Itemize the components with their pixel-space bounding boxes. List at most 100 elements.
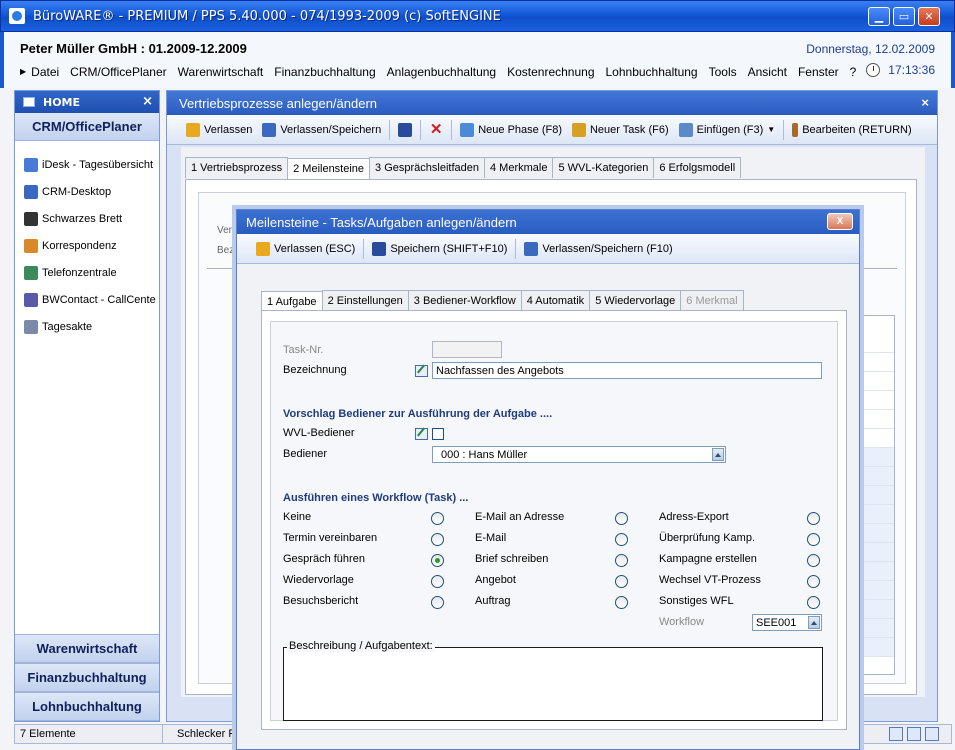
sidebar-section-finanzbuchhaltung[interactable]: Finanzbuchhaltung (15, 663, 159, 692)
window-controls: ▁ ▭ ✕ (868, 7, 940, 26)
save-button[interactable] (393, 119, 417, 141)
sidebar-section-crm[interactable]: CRM/OfficePlaner (15, 113, 159, 141)
main-toolbar: Verlassen Verlassen/Speichern ✕ Neue Pha… (167, 115, 937, 145)
option-termin-radio[interactable] (431, 533, 444, 546)
beschreibung-textarea[interactable]: Beschreibung / Aufgabentext: (283, 640, 823, 721)
option-adress-export-radio[interactable] (807, 512, 820, 525)
bezeichnung-input[interactable]: Nachfassen des Angebots (432, 362, 822, 379)
toolbar-separator (420, 119, 422, 140)
option-angebot-radio[interactable] (615, 575, 628, 588)
menu-lohnbuchhaltung[interactable]: Lohnbuchhaltung (606, 65, 698, 79)
main-close-icon[interactable]: × (921, 95, 929, 110)
aufgabe-form: Task-Nr. Bezeichnung Nachfassen des Ange… (270, 321, 838, 721)
sidebar-item-bwcontact[interactable]: BWContact - CallCente (15, 286, 159, 313)
tab-automatik[interactable]: 4 Automatik (520, 290, 591, 311)
task-nr-label: Task-Nr. (283, 344, 324, 356)
option-wechsel-radio[interactable] (807, 575, 820, 588)
bezeichnung-label: Bezeichnung (283, 364, 347, 376)
neue-phase-button[interactable]: Neue Phase (F8) (455, 119, 567, 141)
menu-fenster[interactable]: Fenster (798, 65, 839, 79)
verlassen-speichern-button[interactable]: Verlassen/Speichern (257, 119, 386, 141)
tab-merkmale[interactable]: 4 Merkmale (484, 157, 554, 178)
bediener-spin-icon[interactable] (712, 448, 724, 461)
sidebar-item-label: CRM-Desktop (42, 185, 112, 198)
delete-button[interactable]: ✕ (424, 119, 448, 141)
sidebar-section-lohnbuchhaltung[interactable]: Lohnbuchhaltung (15, 692, 159, 721)
edit-text-icon[interactable] (415, 365, 428, 377)
dialog-close-button[interactable]: X (827, 213, 853, 230)
menu-help[interactable]: ? (850, 65, 857, 79)
close-window-button[interactable]: ✕ (918, 7, 940, 26)
sidebar-item-crm-desktop[interactable]: CRM-Desktop (15, 178, 159, 205)
status-keyboard-icon[interactable] (925, 727, 939, 741)
menu-tools[interactable]: Tools (709, 65, 737, 79)
option-wechsel-label: Wechsel VT-Prozess (659, 574, 761, 586)
option-ueberpruefung-radio[interactable] (807, 533, 820, 546)
option-kampagne-radio[interactable] (807, 554, 820, 567)
option-adress-export-label: Adress-Export (659, 511, 729, 523)
workflow-spin-icon[interactable] (808, 616, 820, 629)
option-besuchsbericht-radio[interactable] (431, 596, 444, 609)
bearbeiten-button[interactable]: Bearbeiten (RETURN) (787, 119, 916, 141)
option-brief-radio[interactable] (615, 554, 628, 567)
workflow-field[interactable]: SEE001 (752, 614, 822, 631)
sidebar-home-header[interactable]: HOME × (15, 91, 159, 113)
app-icon (9, 8, 25, 24)
sidebar-item-telefonzentrale[interactable]: Telefonzentrale (15, 259, 159, 286)
tab-einstellungen[interactable]: 2 Einstellungen (321, 290, 409, 311)
sidebar-item-label: iDesk - Tagesübersicht (42, 158, 154, 171)
menu-crm[interactable]: CRM/OfficePlaner (70, 65, 166, 79)
option-auftrag-radio[interactable] (615, 596, 628, 609)
option-keine-radio[interactable] (431, 512, 444, 525)
menu-finanzbuchhaltung[interactable]: Finanzbuchhaltung (274, 65, 375, 79)
menu-warenwirtschaft[interactable]: Warenwirtschaft (178, 65, 264, 79)
button-label: Verlassen/Speichern (F10) (542, 242, 673, 255)
tab-aufgabe[interactable]: 1 Aufgabe (261, 291, 323, 312)
option-kampagne-label: Kampagne erstellen (659, 553, 757, 565)
option-gespraech-radio[interactable] (431, 554, 444, 567)
sidebar-item-korrespondenz[interactable]: Korrespondenz (15, 232, 159, 259)
option-email-adresse-radio[interactable] (615, 512, 628, 525)
minimize-button[interactable]: ▁ (868, 7, 890, 26)
dialog-verlassen-speichern-button[interactable]: Verlassen/Speichern (F10) (519, 238, 677, 260)
menu-datei[interactable]: Datei (31, 65, 59, 79)
button-label: Neuer Task (F6) (589, 123, 669, 136)
toolbar-separator (783, 119, 785, 140)
menu-ansicht[interactable]: Ansicht (748, 65, 787, 79)
save-icon (398, 122, 413, 137)
status-window-icon[interactable] (907, 727, 921, 741)
tab-vertriebsprozess[interactable]: 1 Vertriebsprozess (185, 157, 289, 178)
menu-anlagenbuchhaltung[interactable]: Anlagenbuchhaltung (387, 65, 496, 79)
sidebar-item-tagesakte[interactable]: Tagesakte (15, 313, 159, 340)
edit-text-icon[interactable] (415, 428, 428, 440)
einfuegen-button[interactable]: Einfügen (F3) ▼ (674, 119, 781, 141)
wvl-bediener-checkbox[interactable] (432, 428, 444, 440)
toolbar-separator (363, 238, 365, 259)
sidebar-close-icon[interactable]: × (142, 94, 153, 109)
status-grid-icon[interactable] (889, 727, 903, 741)
bediener-select[interactable]: 000 : Hans Müller (432, 446, 726, 463)
dialog-speichern-button[interactable]: Speichern (SHIFT+F10) (367, 238, 512, 260)
save-exit-icon (262, 122, 277, 137)
dialog-verlassen-button[interactable]: Verlassen (ESC) (251, 238, 360, 260)
button-label: Verlassen (204, 123, 253, 136)
sidebar-item-idesk[interactable]: iDesk - Tagesübersicht (15, 151, 159, 178)
dialog-tabs: 1 Aufgabe 2 Einstellungen 3 Bediener-Wor… (261, 290, 744, 312)
tab-wiedervorlage[interactable]: 5 Wiedervorlage (589, 290, 682, 311)
tab-meilensteine[interactable]: 2 Meilensteine (287, 158, 371, 179)
maximize-button[interactable]: ▭ (893, 7, 915, 26)
neuer-task-button[interactable]: Neuer Task (F6) (567, 119, 674, 141)
option-wiedervorlage-radio[interactable] (431, 575, 444, 588)
sidebar-item-label: Tagesakte (42, 320, 93, 333)
option-sonstiges-radio[interactable] (807, 596, 820, 609)
tab-erfolgsmodell[interactable]: 6 Erfolgsmodell (653, 157, 742, 178)
tab-gespraechsleitfaden[interactable]: 3 Gesprächsleitfaden (369, 157, 485, 178)
verlassen-button[interactable]: Verlassen (181, 119, 257, 141)
option-email-radio[interactable] (615, 533, 628, 546)
dropdown-arrow-icon[interactable]: ▼ (767, 125, 775, 134)
tab-wvl-kategorien[interactable]: 5 WVL-Kategorien (552, 157, 655, 178)
sidebar-section-warenwirtschaft[interactable]: Warenwirtschaft (15, 634, 159, 663)
menu-kostenrechnung[interactable]: Kostenrechnung (507, 65, 594, 79)
sidebar-item-schwarzes-brett[interactable]: Schwarzes Brett (15, 205, 159, 232)
tab-bediener-workflow[interactable]: 3 Bediener-Workflow (407, 290, 522, 311)
